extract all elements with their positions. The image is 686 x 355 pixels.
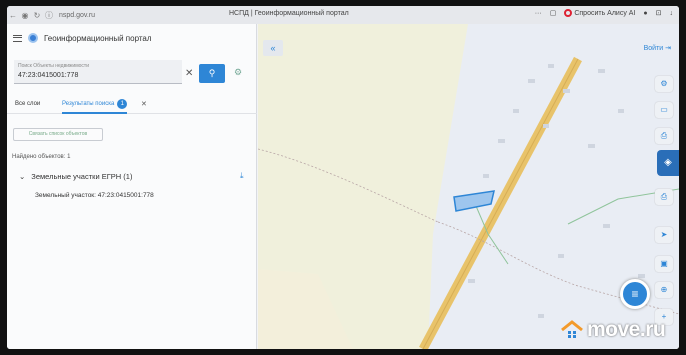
- results-count-badge: 1: [117, 99, 128, 109]
- screen: ← ◉ ↻ ⓘ nspd.gov.ru НСПД | Геоинформацио…: [7, 6, 679, 349]
- map-layers-icon: ◈: [664, 157, 672, 168]
- download-browser-icon[interactable]: ↓: [670, 10, 674, 17]
- map-view[interactable]: « Войти ⇥ ⚙ ▭ ⎙ ◈ ⎙ ➤ ▣ ⊕ + ≡: [258, 24, 679, 349]
- portal-logo-icon: [28, 33, 38, 43]
- browser-right-controls: ··· ▢ Спросить Алису AI ● ⊡ ↓: [535, 9, 673, 17]
- menu-icon[interactable]: [13, 34, 22, 42]
- building: [558, 254, 564, 258]
- left-panel: Геоинформационный портал Поиск Объекты н…: [7, 24, 257, 349]
- address-bar[interactable]: nspd.gov.ru: [59, 12, 179, 19]
- print-icon: ⎙: [660, 131, 668, 140]
- photo-frame: ← ◉ ↻ ⓘ nspd.gov.ru НСПД | Геоинформацио…: [0, 0, 686, 355]
- map-canvas[interactable]: [258, 24, 679, 349]
- gear-icon: ⚙: [660, 79, 668, 88]
- watermark: move.ru: [560, 318, 666, 342]
- zoom-search-button[interactable]: ⊕: [655, 282, 673, 298]
- basemap-button[interactable]: ▭: [655, 102, 673, 118]
- tab-all-layers[interactable]: Все слои: [15, 101, 40, 107]
- print-map-button[interactable]: ⎙: [655, 189, 673, 205]
- search-value: 47:23:0415001:778: [18, 72, 79, 79]
- back-icon[interactable]: ←: [7, 11, 19, 20]
- login-label: Войти: [643, 45, 664, 52]
- result-group-label: Земельные участки ЕГРН (1): [31, 172, 133, 181]
- building: [513, 109, 519, 113]
- navigation-icon: ➤: [660, 230, 668, 239]
- building: [483, 174, 489, 178]
- building: [598, 69, 605, 73]
- chevron-down-icon: ⌄: [19, 172, 26, 181]
- building: [618, 109, 624, 113]
- building: [638, 274, 645, 278]
- collapse-panel-button[interactable]: «: [263, 40, 283, 56]
- alice-icon: [564, 9, 573, 17]
- screen-icon: ▣: [660, 259, 668, 268]
- screen-button[interactable]: ▣: [655, 256, 673, 272]
- browser-toolbar: ← ◉ ↻ ⓘ nspd.gov.ru НСПД | Геоинформацио…: [7, 6, 679, 24]
- settings-button[interactable]: ⚙: [655, 76, 673, 92]
- more-icon[interactable]: ···: [535, 10, 542, 17]
- link-objects-button[interactable]: Связать список объектов: [13, 128, 103, 141]
- login-button[interactable]: Войти ⇥: [644, 44, 671, 52]
- search-icon: ⚲: [208, 68, 216, 78]
- zoom-icon: ⊕: [660, 285, 668, 294]
- building: [528, 79, 535, 83]
- search-button[interactable]: ⚲: [199, 64, 225, 83]
- tab-results-label: Результаты поиска: [62, 101, 115, 107]
- layers-panel-button[interactable]: ◈: [657, 150, 679, 176]
- search-placeholder: Поиск Объекты недвижимости: [18, 63, 89, 69]
- panel-header: Геоинформационный портал: [7, 24, 256, 52]
- print-button[interactable]: ⎙: [655, 128, 673, 144]
- building: [538, 314, 544, 318]
- building: [548, 64, 554, 68]
- found-count: Найдено объектов: 1: [12, 154, 71, 160]
- building: [543, 124, 549, 128]
- chat-button[interactable]: ≡: [620, 279, 650, 309]
- building: [563, 89, 570, 93]
- layers-icon: ▭: [660, 105, 668, 114]
- result-group[interactable]: ⌄ Земельные участки ЕГРН (1): [19, 172, 132, 181]
- alice-button[interactable]: Спросить Алису AI: [564, 9, 635, 17]
- watermark-text: move.ru: [587, 318, 666, 341]
- locate-button[interactable]: ➤: [655, 227, 673, 243]
- alice-label: Спросить Алису AI: [574, 9, 636, 17]
- filter-icon[interactable]: ⚙: [234, 67, 242, 78]
- tab-title: НСПД | Геоинформационный портал: [229, 10, 349, 17]
- portal-title: Геоинформационный портал: [44, 33, 152, 43]
- house-logo-icon: [561, 320, 583, 338]
- shield-icon[interactable]: ◉: [19, 11, 31, 20]
- download-icon[interactable]: ⤓: [240, 171, 244, 181]
- building: [498, 139, 505, 143]
- printer-icon: ⎙: [660, 192, 668, 201]
- panel-tabs: Все слои Результаты поиска 1 ✕: [7, 96, 257, 114]
- reload-icon[interactable]: ↻: [31, 11, 43, 20]
- search-input[interactable]: Поиск Объекты недвижимости 47:23:0415001…: [14, 60, 182, 84]
- close-tab-icon[interactable]: ✕: [141, 100, 147, 108]
- field-area: [258, 269, 353, 349]
- building: [588, 144, 595, 148]
- clear-icon[interactable]: ✕: [185, 68, 193, 79]
- result-item[interactable]: Земельный участок: 47:23:0415001:778: [35, 192, 154, 199]
- info-icon[interactable]: ⓘ: [43, 10, 55, 21]
- tab-search-results[interactable]: Результаты поиска 1: [62, 96, 128, 114]
- bookmark-icon[interactable]: ▢: [550, 9, 557, 17]
- extensions-icon[interactable]: ⊡: [656, 9, 662, 17]
- boundary-line: [258, 148, 439, 223]
- profile-icon[interactable]: ●: [643, 10, 647, 17]
- building: [603, 224, 610, 228]
- building: [468, 279, 475, 283]
- chat-icon: ≡: [631, 287, 639, 301]
